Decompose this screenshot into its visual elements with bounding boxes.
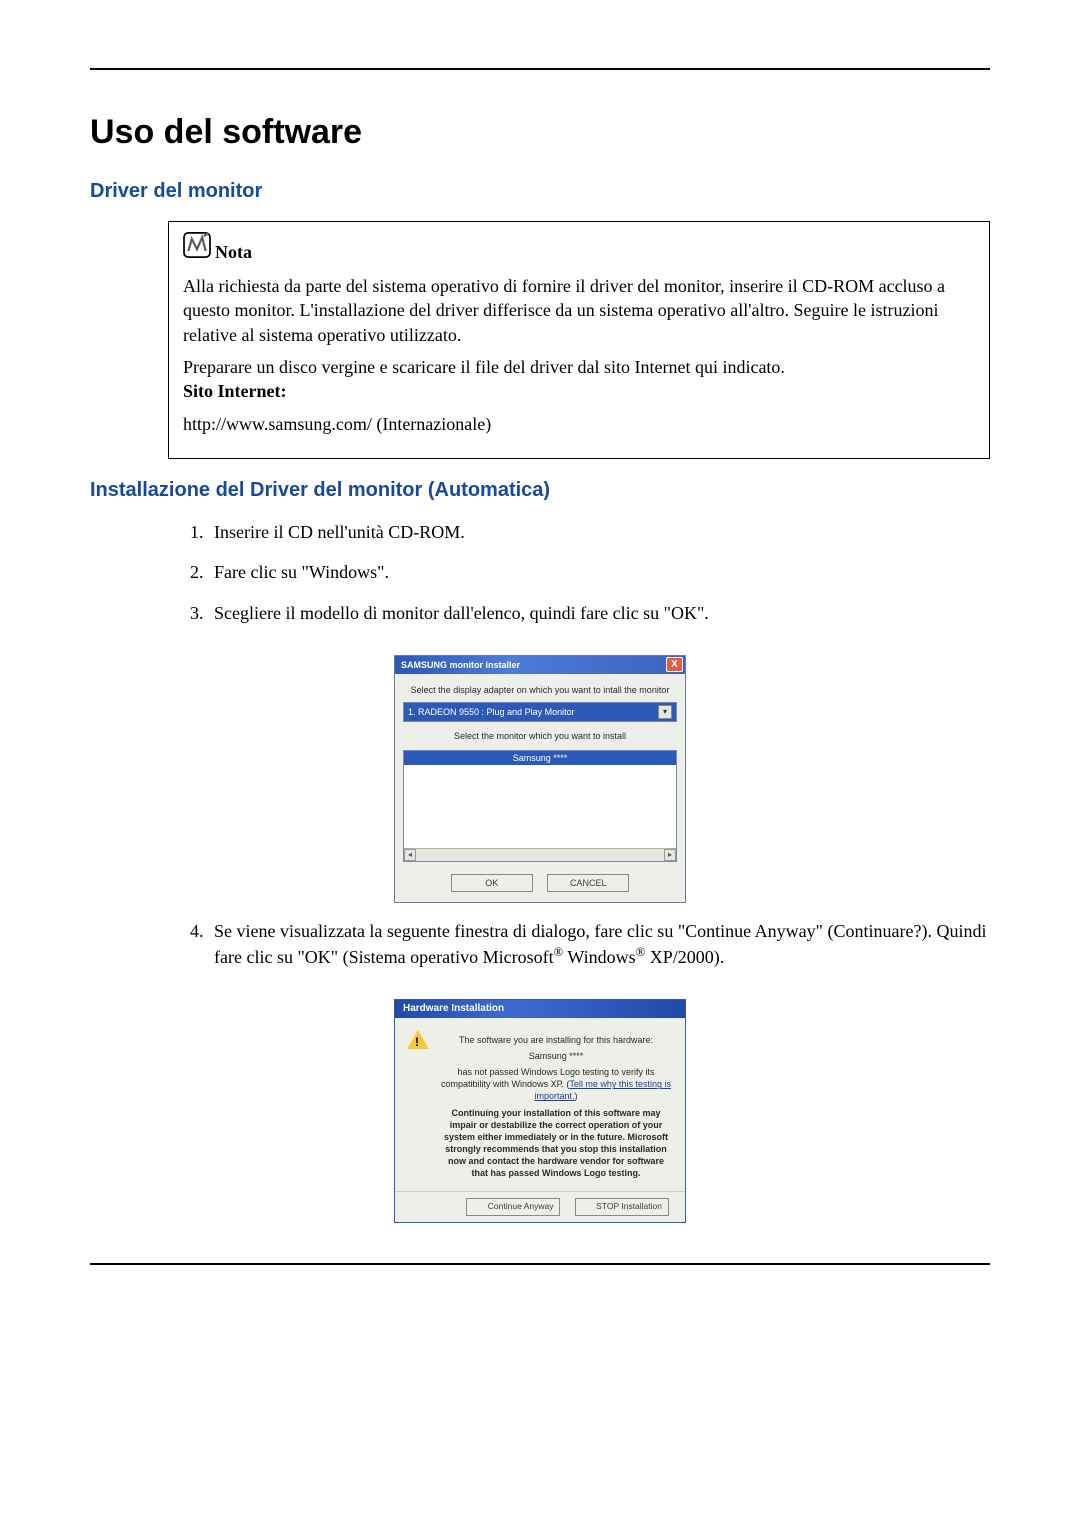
registered-icon: ® [554, 945, 564, 959]
steps-list: Inserire il CD nell'unità CD-ROM. Fare c… [168, 520, 990, 625]
steps-list-cont: Se viene visualizzata la seguente finest… [168, 919, 990, 969]
installer-instr-1: Select the display adapter on which you … [403, 684, 677, 696]
bottom-rule [90, 1263, 990, 1265]
registered-icon: ® [636, 945, 646, 959]
installer-instr-2: Select the monitor which you want to ins… [403, 730, 677, 742]
note-para-1: Alla richiesta da parte del sistema oper… [183, 274, 975, 347]
stop-installation-button[interactable]: STOP Installation [575, 1198, 669, 1215]
warning-icon [407, 1030, 429, 1050]
installer-dialog: SAMSUNG monitor installer X Select the d… [394, 655, 686, 903]
page-title: Uso del software [90, 110, 990, 156]
warning-title: Hardware Installation [395, 1000, 685, 1018]
installer-title: SAMSUNG monitor installer [401, 659, 520, 671]
warning-line-1: The software you are installing for this… [439, 1034, 673, 1046]
monitor-listbox[interactable]: Samsung **** ◂ ▸ [403, 750, 677, 862]
site-label: Sito Internet: [183, 381, 286, 401]
scroll-right-icon[interactable]: ▸ [664, 849, 676, 861]
h-scrollbar[interactable]: ◂ ▸ [404, 848, 676, 861]
note-para-2: Preparare un disco vergine e scaricare i… [183, 355, 975, 404]
adapter-dropdown[interactable]: 1. RADEON 9550 : Plug and Play Monitor ▾ [403, 702, 677, 722]
warning-bold-para: Continuing your installation of this sof… [439, 1107, 673, 1180]
top-rule [90, 68, 990, 70]
monitor-selected-item[interactable]: Samsung **** [404, 751, 676, 765]
continue-anyway-button[interactable]: Continue Anyway [466, 1198, 560, 1215]
chevron-down-icon[interactable]: ▾ [658, 705, 672, 719]
cancel-button[interactable]: CANCEL [547, 874, 629, 892]
note-icon [183, 232, 211, 264]
scroll-left-icon[interactable]: ◂ [404, 849, 416, 861]
section-driver: Driver del monitor [90, 178, 990, 205]
site-url: http://www.samsung.com/ (Internazionale) [183, 412, 975, 436]
step-3: Scegliere il modello di monitor dall'ele… [208, 601, 990, 625]
step-1: Inserire il CD nell'unità CD-ROM. [208, 520, 990, 544]
step-2: Fare clic su "Windows". [208, 560, 990, 584]
note-box: Nota Alla richiesta da parte del sistema… [168, 221, 990, 459]
close-icon[interactable]: X [666, 657, 683, 672]
hardware-warning-dialog: Hardware Installation The software you a… [394, 999, 686, 1223]
ok-button[interactable]: OK [451, 874, 533, 892]
warning-device: Samsung **** [439, 1050, 673, 1062]
step-4: Se viene visualizzata la seguente finest… [208, 919, 990, 969]
section-install: Installazione del Driver del monitor (Au… [90, 477, 990, 504]
note-label: Nota [215, 240, 252, 264]
warning-line-2: has not passed Windows Logo testing to v… [439, 1066, 673, 1102]
adapter-selected: 1. RADEON 9550 : Plug and Play Monitor [408, 706, 575, 718]
installer-titlebar: SAMSUNG monitor installer X [395, 656, 685, 674]
